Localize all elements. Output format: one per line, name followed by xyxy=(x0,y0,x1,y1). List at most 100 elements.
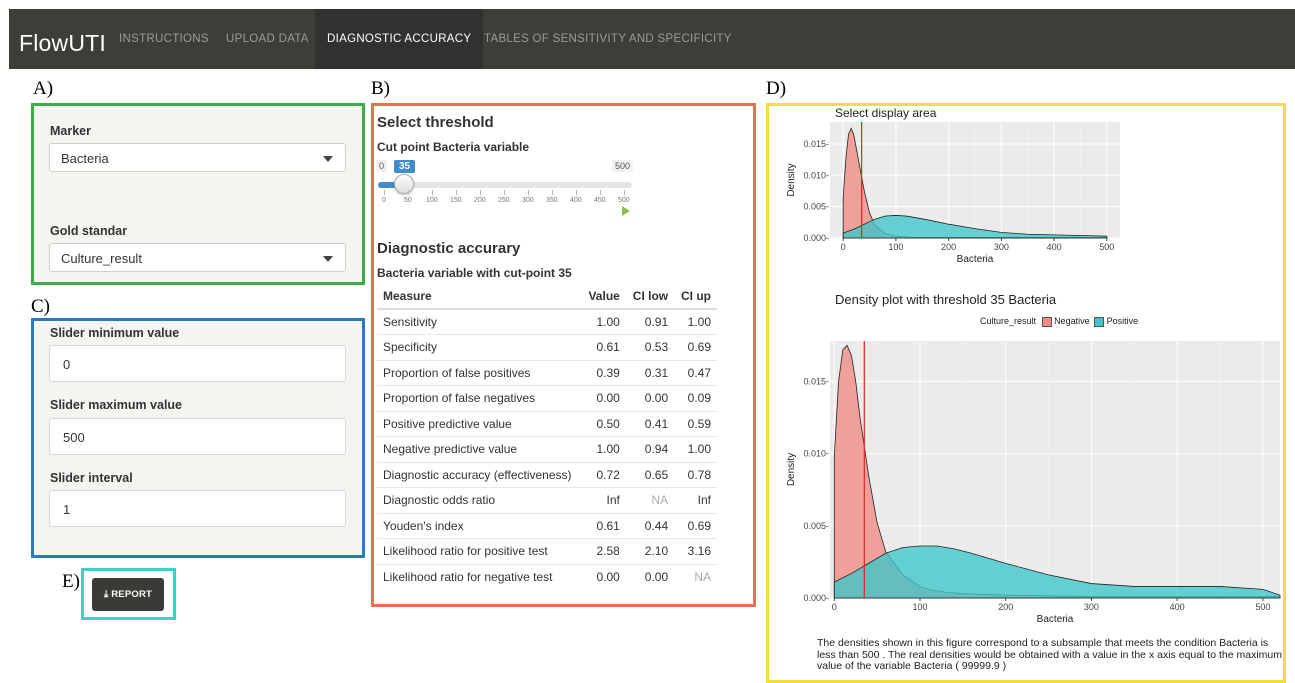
accuracy-title: Diagnostic accurary xyxy=(377,240,521,257)
table-row: Likelihood ratio for positive test 2.58 2.… xyxy=(377,538,717,564)
x-tick-label: 200 xyxy=(941,242,956,252)
slider-value-tag: 35 xyxy=(394,160,416,173)
slider-tick xyxy=(504,190,505,195)
table-row: Proportion of false positives 0.39 0.31 0.4… xyxy=(377,359,717,386)
legend-swatch-positive xyxy=(1094,316,1105,327)
table-header-row: Measure Value CI low CI up xyxy=(377,283,717,310)
x-tick-label: 400 xyxy=(1047,242,1062,252)
tab-diagnostic-accuracy[interactable]: DIAGNOSTIC ACCURACY xyxy=(315,9,484,69)
slider-max-input[interactable]: 500 xyxy=(49,418,346,455)
slider-tick-label: 100 xyxy=(426,197,438,204)
density-chart-threshold[interactable]: 0 100 200 300 400 500 0.000- 0.005- 0.010- 0.015-… xyxy=(780,335,1285,625)
measure-name: Proportion of false negatives xyxy=(377,385,582,411)
x-tick-label: 200 xyxy=(998,602,1013,612)
slider-tick-label: 450 xyxy=(594,197,606,204)
slider-tick xyxy=(528,190,529,195)
measure-value: NA xyxy=(625,487,675,513)
marker-label: Marker xyxy=(50,124,91,138)
table-subtitle: Bacteria variable with cut-point 35 xyxy=(377,266,572,280)
table-row: Likelihood ratio for negative test 0.00 0.… xyxy=(377,563,717,590)
slider-tick xyxy=(552,190,553,195)
measure-value: 0.00 xyxy=(581,385,626,411)
chart2-title: Density plot with threshold 35 Bacteria xyxy=(835,292,1057,307)
measure-name: Specificity xyxy=(377,334,582,360)
slider-tick-label: 50 xyxy=(404,197,412,204)
x-tick-label: 100 xyxy=(912,602,927,612)
table-row: Negative predictive value 1.00 0.94 1.00 xyxy=(377,436,717,462)
measure-value: 0.72 xyxy=(581,461,626,488)
measure-name: Negative predictive value xyxy=(377,436,582,462)
measure-value: 0.78 xyxy=(674,461,717,488)
x-tick-label: 100 xyxy=(888,242,903,252)
slider-tick xyxy=(480,190,481,195)
panel-label-d: D) xyxy=(766,78,787,99)
measure-value: 0.00 xyxy=(581,563,626,590)
gold-standard-select[interactable]: Culture_result xyxy=(49,243,346,272)
table-row: Youden's index 0.61 0.44 0.69 xyxy=(377,512,717,539)
table-header-cell: CI up xyxy=(674,283,717,310)
measure-name: Youden's index xyxy=(377,512,582,539)
y-tick-label: 0.010- xyxy=(803,449,829,459)
legend-swatch-negative xyxy=(1041,316,1052,327)
measure-name: Likelihood ratio for negative test xyxy=(377,563,582,590)
density-chart-small[interactable]: 0 100 200 300 400 500 0.000- 0.005- 0.010- 0.015-… xyxy=(780,118,1125,276)
y-tick-label: 0.015- xyxy=(803,376,829,386)
slider-tick-label: 350 xyxy=(546,197,558,204)
panel-label-e: E) xyxy=(62,571,80,592)
tab-instructions[interactable]: INSTRUCTIONS xyxy=(107,9,221,69)
tab-sensitivity-specificity[interactable]: TABLES OF SENSITIVITY AND SPECIFICITY xyxy=(472,9,744,69)
measure-value: 0.00 xyxy=(625,385,675,411)
measure-value: 2.10 xyxy=(625,538,675,564)
x-axis-label: Bacteria xyxy=(1037,614,1074,625)
panel-label-c: C) xyxy=(31,296,50,317)
measure-value: Inf xyxy=(581,487,626,513)
table-row: Specificity 0.61 0.53 0.69 xyxy=(377,334,717,360)
slider-max-label: Slider maximum value xyxy=(50,398,183,412)
tab-upload-data[interactable]: UPLOAD DATA xyxy=(214,9,321,69)
y-tick-label: 0.000- xyxy=(803,233,829,243)
measure-value: 0.31 xyxy=(625,359,675,386)
table-row: Positive predictive value 0.50 0.41 0.59 xyxy=(377,410,717,437)
measure-value: Inf xyxy=(674,487,717,513)
x-tick-label: 300 xyxy=(994,242,1009,252)
measure-value: 1.00 xyxy=(674,436,717,462)
measure-name: Sensitivity xyxy=(377,308,582,335)
app-brand[interactable]: FlowUTI xyxy=(19,30,106,57)
x-tick-label: 0 xyxy=(841,242,846,252)
slider-tick xyxy=(624,190,625,195)
measure-value: 0.00 xyxy=(625,563,675,590)
slider-interval-input[interactable]: 1 xyxy=(49,490,346,527)
table-header-cell: CI low xyxy=(625,283,675,310)
measure-value: 0.69 xyxy=(674,512,717,539)
y-tick-label: 0.000- xyxy=(803,593,829,603)
x-tick-label: 500 xyxy=(1099,242,1114,252)
y-tick-label: 0.005- xyxy=(803,202,829,212)
measure-value: 1.00 xyxy=(581,436,626,462)
slider-tick-label: 250 xyxy=(498,197,510,204)
measure-value: 1.00 xyxy=(674,308,717,335)
chevron-down-icon xyxy=(323,156,333,162)
gold-standard-select-value: Culture_result xyxy=(61,251,142,266)
measure-value: 0.61 xyxy=(581,334,626,360)
slider-track[interactable] xyxy=(378,182,632,188)
slider-min-input[interactable]: 0 xyxy=(49,345,346,382)
report-button[interactable]: ⤓ REPORT xyxy=(92,578,164,611)
slider-tick-label: 200 xyxy=(474,197,486,204)
slider-handle[interactable] xyxy=(394,174,414,194)
slider-tick-label: 0 xyxy=(382,197,386,204)
slider-label: Cut point Bacteria variable xyxy=(377,140,530,154)
measure-name: Likelihood ratio for positive test xyxy=(377,538,582,564)
table-header-cell: Measure xyxy=(377,283,582,310)
gold-standard-label: Gold standar xyxy=(50,224,128,238)
marker-select[interactable]: Bacteria xyxy=(49,143,346,172)
x-tick-label: 0 xyxy=(832,602,837,612)
measure-value: 0.44 xyxy=(625,512,675,539)
threshold-slider[interactable]: 0 35 500 0 50 100 150 200 250 300 350 400 450 500 xyxy=(376,160,634,220)
measure-value: 0.91 xyxy=(625,308,675,335)
play-icon[interactable] xyxy=(622,206,630,216)
navbar: FlowUTI INSTRUCTIONS UPLOAD DATA DIAGNOS… xyxy=(9,9,1295,69)
slider-tick xyxy=(576,190,577,195)
legend-title: Culture_result xyxy=(980,316,1037,326)
legend: Culture_result Negative Positive xyxy=(980,316,1138,327)
measure-value: 0.09 xyxy=(674,385,717,411)
